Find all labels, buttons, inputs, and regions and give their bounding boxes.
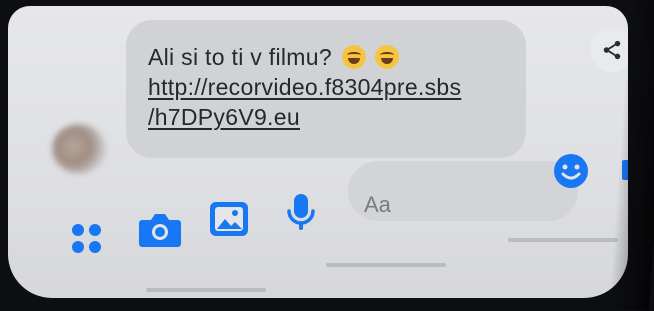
laughing-emoji-icon xyxy=(341,45,366,69)
message-text: Ali si to ti v filmu? http://recorvideo.… xyxy=(148,42,520,132)
chat-screen: Ali si to ti v filmu? http://recorvideo.… xyxy=(8,6,628,298)
emoji-icon[interactable] xyxy=(552,152,590,190)
microphone-icon[interactable] xyxy=(284,192,318,234)
laughing-emoji-icon xyxy=(375,45,400,69)
nav-handle xyxy=(146,288,266,292)
message-link-part1[interactable]: http://recorvideo.f8304pre.sbs xyxy=(148,72,520,102)
gallery-icon[interactable] xyxy=(208,200,250,240)
share-button[interactable] xyxy=(590,28,628,72)
nav-handle xyxy=(508,238,618,242)
like-icon[interactable] xyxy=(620,142,628,184)
nav-handle xyxy=(326,263,446,267)
apps-icon[interactable] xyxy=(68,220,106,258)
camera-icon[interactable] xyxy=(138,210,182,250)
message-link-part2[interactable]: /h7DPy6V9.eu xyxy=(148,102,520,132)
share-icon xyxy=(603,40,621,60)
message-input-placeholder: Aa xyxy=(364,192,391,217)
message-line: Ali si to ti v filmu? xyxy=(148,44,332,70)
avatar[interactable] xyxy=(52,124,106,174)
